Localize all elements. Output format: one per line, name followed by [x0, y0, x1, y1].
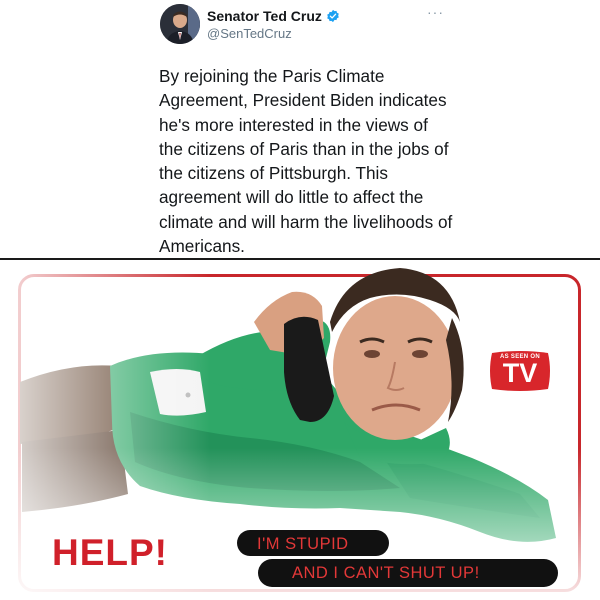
help-text: HELP!: [52, 532, 168, 573]
divider: [0, 258, 600, 260]
tweet-text-line: the citizens of Paris than in the jobs o…: [159, 138, 449, 159]
meme-image: AS SEEN ON TV HELP! I'M STUPID AND I CAN…: [0, 262, 600, 600]
verified-badge-icon: [327, 9, 339, 23]
tweet-text-line: he's more interested in the views of: [159, 114, 428, 135]
caption-line-2: AND I CAN'T SHUT UP!: [292, 564, 480, 582]
tweet-header: Senator Ted Cruz: [207, 8, 340, 24]
tweet-text-line: agreement will do little to affect the: [159, 187, 424, 208]
display-name[interactable]: Senator Ted Cruz: [207, 8, 322, 24]
tweet-text-line: By rejoining the Paris Climate: [159, 66, 385, 86]
as-seen-on-tv-badge: AS SEEN ON TV: [488, 351, 552, 391]
caption-bar-2: AND I CAN'T SHUT UP!: [258, 559, 558, 587]
tweet-text-line: Agreement, President Biden indicates: [159, 90, 447, 111]
handle[interactable]: @SenTedCruz: [207, 26, 292, 41]
tweet-text-line: Americans.: [159, 236, 245, 257]
more-options-icon[interactable]: ···: [427, 4, 444, 20]
caption-bar-1: I'M STUPID: [237, 530, 389, 556]
tweet-text: By rejoining the Paris Climate Agreement…: [159, 64, 459, 258]
caption-line-1: I'M STUPID: [257, 535, 349, 553]
avatar-photo: [160, 4, 200, 44]
avatar[interactable]: [160, 4, 200, 44]
tv-badge-big-text: TV: [502, 358, 538, 388]
tweet-card: Senator Ted Cruz @SenTedCruz ··· By rejo…: [0, 0, 600, 258]
tweet-text-line: climate and will harm the livelihoods of: [159, 211, 453, 232]
tweet-text-line: the citizens of Pittsburgh. This: [159, 163, 388, 184]
